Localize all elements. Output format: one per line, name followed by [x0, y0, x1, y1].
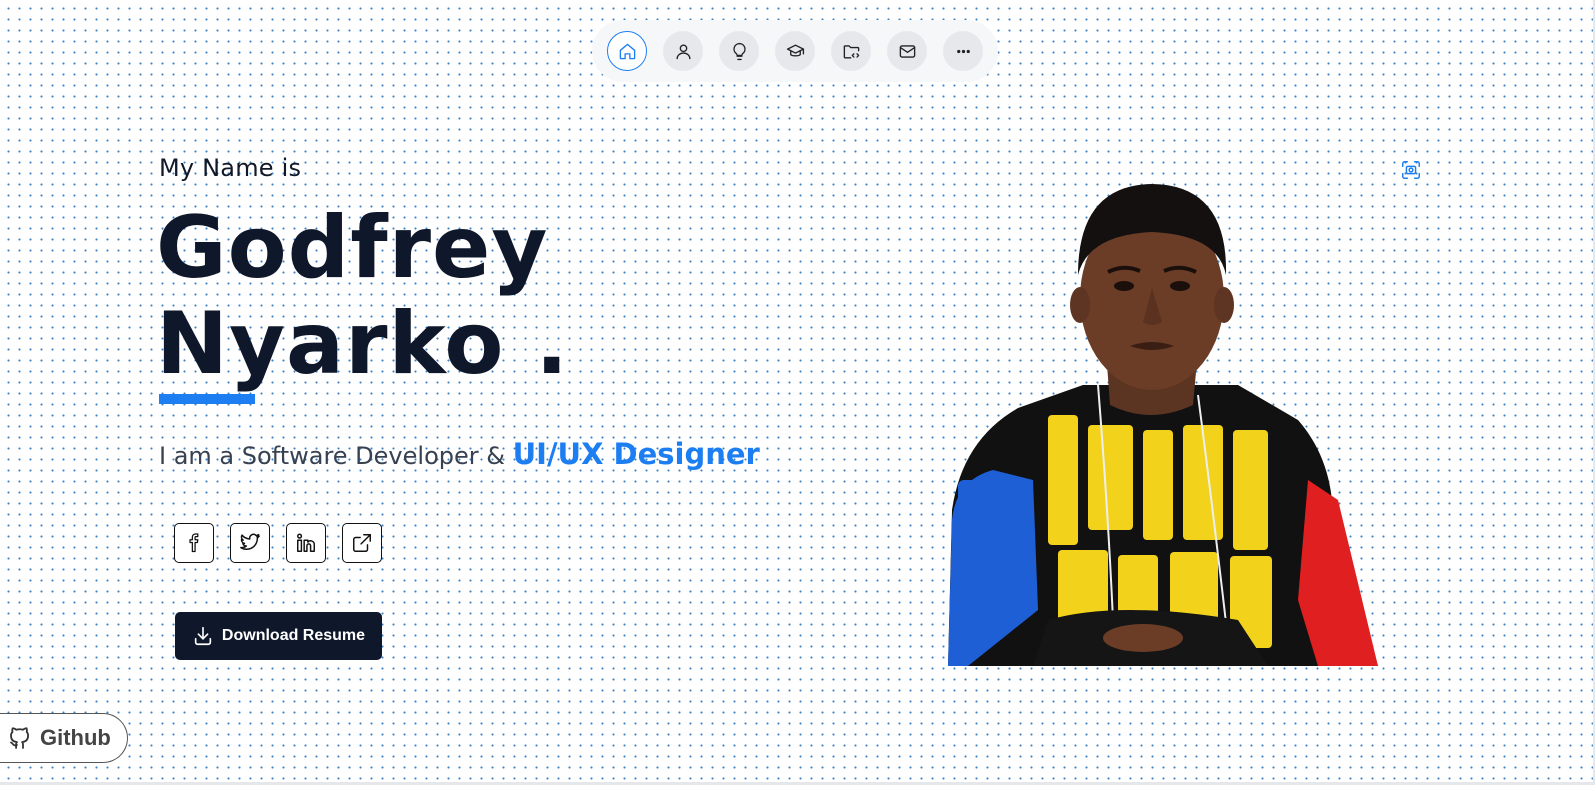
- first-name: Godfrey: [156, 198, 549, 298]
- tagline-prefix: I am a Software Developer &: [159, 442, 505, 470]
- profile-portrait-image: [948, 184, 1378, 666]
- linkedin-link[interactable]: [286, 523, 326, 563]
- home-icon: [619, 43, 635, 59]
- user-icon: [675, 43, 691, 59]
- nav-projects-button[interactable]: [831, 31, 871, 71]
- github-label: Github: [40, 725, 111, 750]
- social-links: [174, 523, 382, 563]
- mail-icon: [899, 44, 915, 58]
- tagline-highlight: UI/UX Designer: [512, 437, 760, 471]
- external-link[interactable]: [342, 523, 382, 563]
- linkedin-icon: [297, 533, 315, 552]
- screenshot-capture-icon: [1402, 161, 1420, 179]
- hero-name: Godfrey Nyarko .: [156, 200, 569, 392]
- nav-education-button[interactable]: [775, 31, 815, 71]
- nav-skills-button[interactable]: [719, 31, 759, 71]
- nav-contact-button[interactable]: [887, 31, 927, 71]
- top-navigation: [592, 20, 998, 82]
- folder-code-icon: [843, 44, 859, 59]
- more-horizontal-icon: [956, 49, 970, 53]
- facebook-link[interactable]: [174, 523, 214, 563]
- download-resume-button[interactable]: Download Resume: [175, 612, 382, 660]
- twitter-link[interactable]: [230, 523, 270, 563]
- download-icon: [194, 626, 212, 646]
- screenshot-capture-button[interactable]: [1400, 159, 1422, 181]
- github-icon: [10, 727, 29, 749]
- tagline: I am a Software Developer & UI/UX Design…: [159, 437, 760, 471]
- greeting-text: My Name is: [159, 154, 302, 182]
- external-link-icon: [353, 534, 371, 552]
- graduation-cap-icon: [786, 43, 804, 57]
- nav-about-button[interactable]: [663, 31, 703, 71]
- nav-more-button[interactable]: [943, 31, 983, 71]
- github-button[interactable]: Github: [0, 713, 128, 763]
- twitter-icon: [240, 533, 260, 550]
- name-underline: [159, 394, 255, 404]
- nav-home-button[interactable]: [607, 31, 647, 71]
- facebook-icon: [189, 533, 199, 553]
- last-name: Nyarko .: [156, 294, 570, 394]
- download-resume-label: Download Resume: [221, 627, 366, 644]
- lightbulb-icon: [732, 42, 746, 60]
